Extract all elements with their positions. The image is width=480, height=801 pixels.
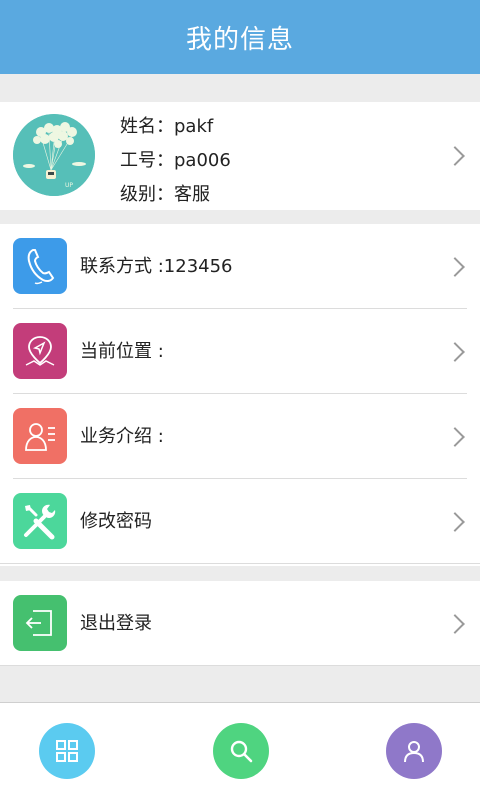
bottom-nav	[0, 702, 480, 801]
profile-card[interactable]: UP 姓名：pakf 工号：pa006 级别：客服	[0, 102, 480, 210]
profile-level-row: 级别：客服	[120, 178, 231, 212]
id-label: 工号：	[120, 150, 174, 171]
chevron-right-icon	[445, 427, 465, 447]
menu-item-logout[interactable]: 退出登录	[0, 581, 480, 666]
id-value: pa006	[174, 150, 231, 171]
profile-card-icon	[13, 408, 67, 464]
phone-icon	[13, 238, 67, 294]
tools-icon	[13, 493, 67, 549]
map-pin-icon	[13, 323, 67, 379]
menu-item-contact[interactable]: 联系方式 :123456	[0, 224, 480, 309]
level-label: 级别：	[120, 184, 174, 205]
menu-list: 联系方式 :123456 当前位置 : 业务介绍 : 修改密码	[0, 224, 480, 566]
svg-text:UP: UP	[65, 182, 73, 189]
level-value: 客服	[174, 184, 210, 205]
nav-search-button[interactable]	[213, 723, 269, 779]
business-label: 业务介绍 :	[80, 426, 164, 447]
page-title: 我的信息	[185, 24, 294, 55]
balloon-avatar-icon: UP	[13, 114, 95, 196]
menu-item-location[interactable]: 当前位置 :	[0, 309, 480, 394]
password-label: 修改密码	[80, 511, 152, 532]
chevron-right-icon	[445, 342, 465, 362]
exit-icon	[13, 595, 67, 651]
nav-user-button[interactable]	[386, 723, 442, 779]
name-label: 姓名：	[120, 116, 174, 137]
user-icon	[404, 741, 424, 763]
logout-section: 退出登录	[0, 581, 480, 666]
divider	[0, 563, 480, 564]
profile-info: 姓名：pakf 工号：pa006 级别：客服	[120, 110, 231, 212]
divider	[0, 665, 480, 666]
header-bar: 我的信息	[0, 0, 480, 74]
chevron-right-icon	[445, 257, 465, 277]
menu-item-business[interactable]: 业务介绍 :	[0, 394, 480, 479]
nav-home-button[interactable]	[39, 723, 95, 779]
chevron-right-icon	[445, 614, 465, 634]
menu-item-password[interactable]: 修改密码	[0, 479, 480, 564]
location-label: 当前位置 :	[80, 341, 164, 362]
search-icon	[230, 740, 253, 763]
grid-icon	[56, 740, 78, 762]
name-value: pakf	[174, 116, 214, 137]
chevron-right-icon	[445, 146, 465, 166]
profile-id-row: 工号：pa006	[120, 144, 231, 178]
profile-name-row: 姓名：pakf	[120, 110, 231, 144]
chevron-right-icon	[445, 512, 465, 532]
logout-label: 退出登录	[80, 613, 152, 634]
contact-label: 联系方式 :123456	[80, 256, 233, 277]
